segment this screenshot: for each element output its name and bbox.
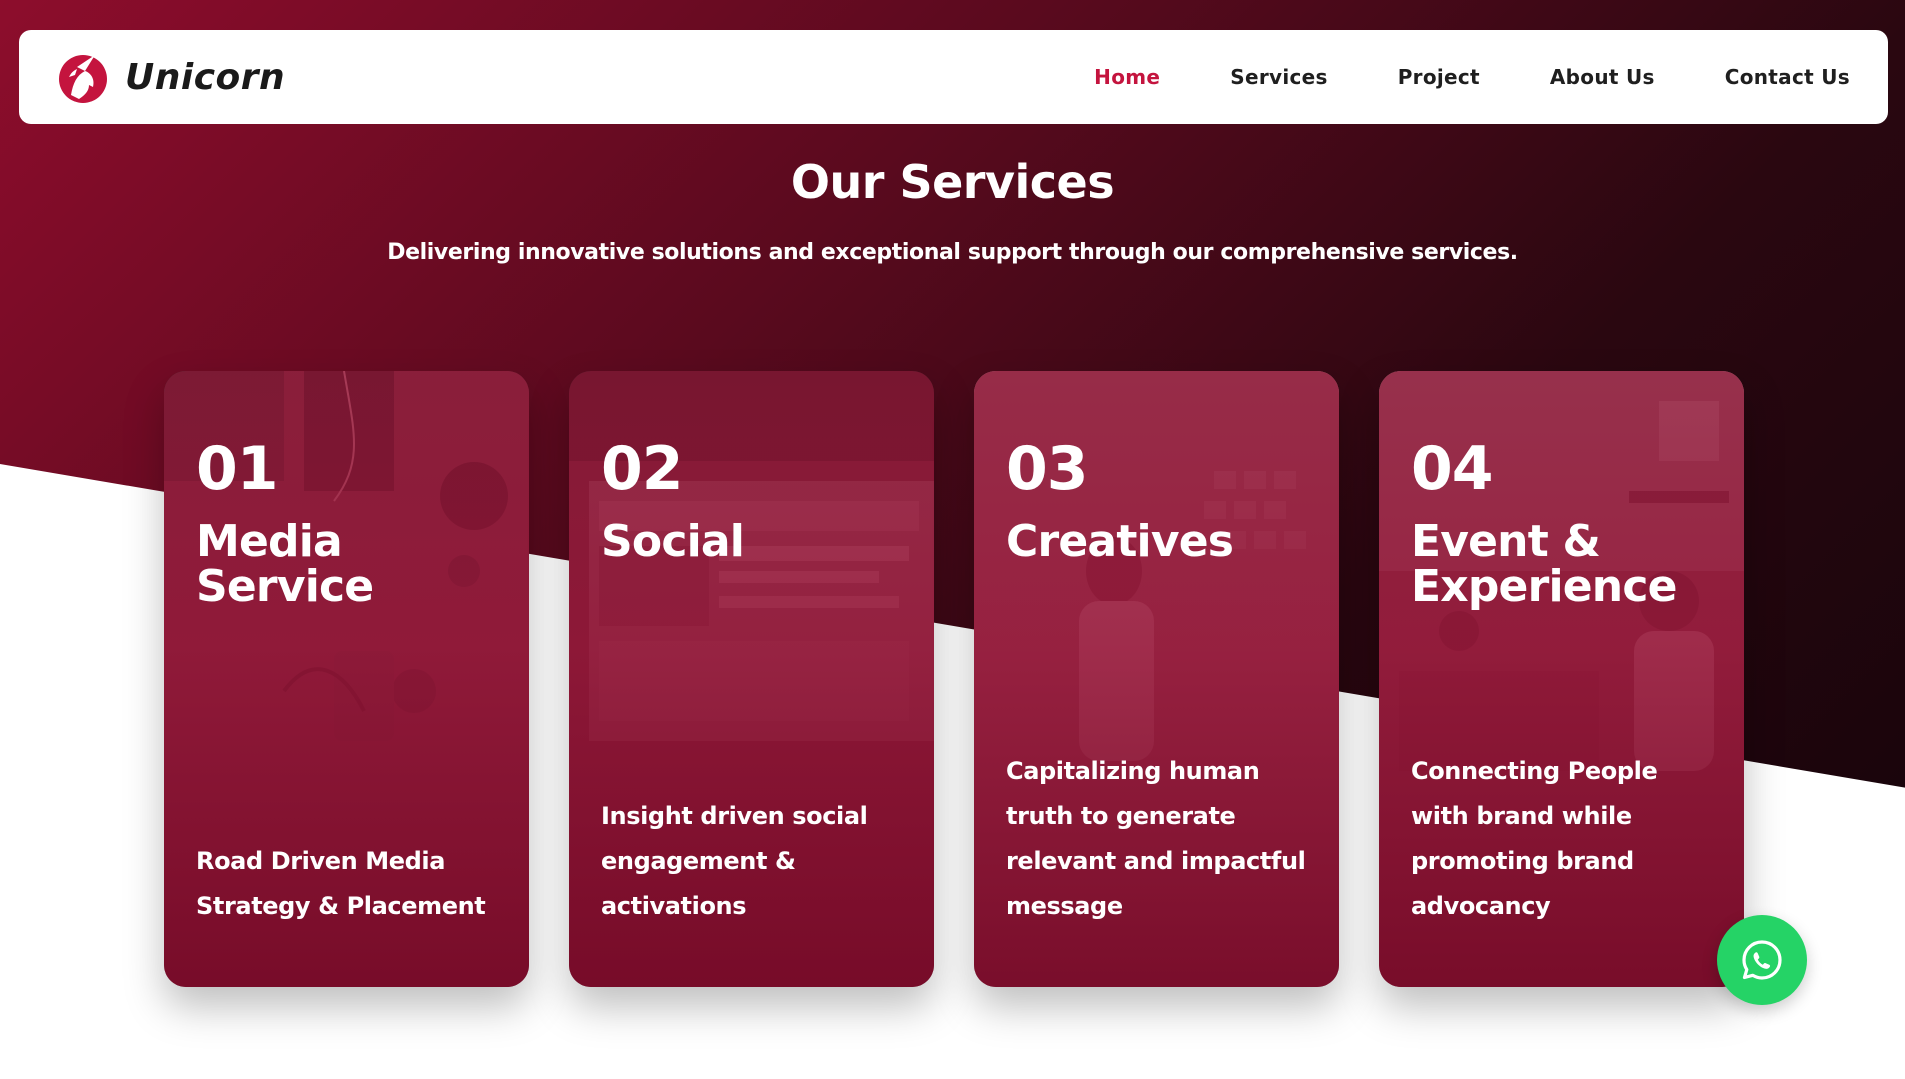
card-number: 04	[1411, 434, 1494, 504]
card-description: Connecting People with brand while promo…	[1411, 757, 1658, 920]
nav-home[interactable]: Home	[1094, 65, 1160, 89]
services-cards: 01 Media Service Road Driven Media Strat…	[164, 371, 1744, 987]
card-number: 02	[601, 434, 684, 504]
card-title: Media Service	[196, 516, 374, 612]
service-card-event[interactable]: 04 Event & Experience Connecting People …	[1379, 371, 1744, 987]
nav-project[interactable]: Project	[1398, 65, 1480, 89]
card-description: Capitalizing human truth to generate rel…	[1006, 757, 1306, 920]
navbar: Unicorn Home Services Project About Us C…	[19, 30, 1888, 124]
nav-services[interactable]: Services	[1230, 65, 1327, 89]
nav-about-us[interactable]: About Us	[1550, 65, 1655, 89]
card-number: 01	[196, 434, 279, 504]
services-title: Our Services	[790, 155, 1115, 209]
card-number: 03	[1006, 434, 1089, 504]
brand[interactable]: Unicorn	[55, 49, 285, 105]
service-card-social[interactable]: 02 Social Insight driven social engageme…	[569, 371, 934, 987]
card-title: Event & Experience	[1411, 516, 1677, 612]
nav-contact-us[interactable]: Contact Us	[1725, 65, 1850, 89]
unicorn-logo-icon	[59, 55, 107, 103]
card-description: Insight driven social engagement & activ…	[601, 802, 868, 920]
card-title: Social	[601, 516, 745, 567]
card-title: Creatives	[1006, 516, 1234, 567]
brand-name: Unicorn	[125, 56, 286, 98]
card-description: Road Driven Media Strategy & Placement	[196, 847, 486, 920]
whatsapp-button[interactable]	[1717, 915, 1807, 1005]
whatsapp-icon	[1742, 940, 1782, 980]
service-card-media[interactable]: 01 Media Service Road Driven Media Strat…	[164, 371, 529, 987]
main-nav: Home Services Project About Us Contact U…	[1094, 65, 1850, 89]
services-subtitle: Delivering innovative solutions and exce…	[387, 240, 1518, 265]
service-card-creatives[interactable]: 03 Creatives Capitalizing human truth to…	[974, 371, 1339, 987]
